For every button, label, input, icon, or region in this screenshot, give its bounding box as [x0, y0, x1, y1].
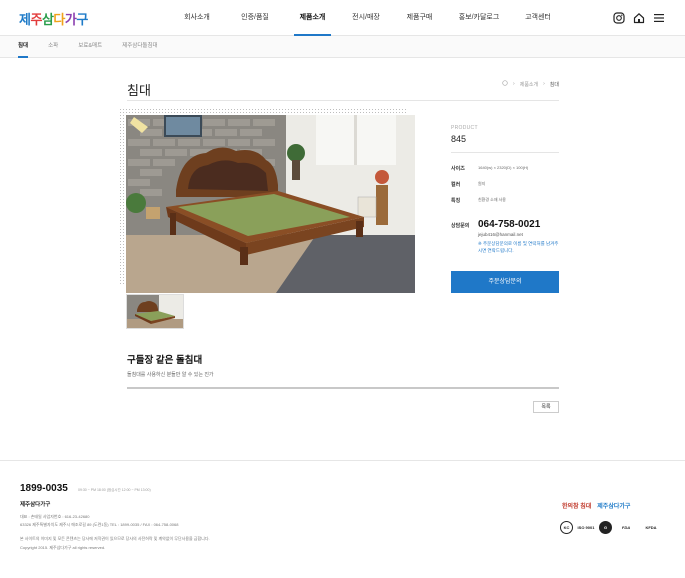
chevron-right-icon: ›: [513, 81, 515, 87]
description-divider: [127, 387, 559, 389]
kc-cert-icon: KC: [560, 521, 573, 534]
spec-key: 특징: [451, 198, 461, 204]
description-text: 돌침대를 사용하신 분들만 알 수 있는 진가: [127, 372, 214, 378]
footer-address: 63326 제주특별자치도 제주시 애조로길 89 (도련1동) TEL : 1…: [20, 522, 179, 527]
site-header: 제주삼다가구 회사소개 인증/품질 제품소개 전시/매장 제품구매 홍보/카달로…: [0, 0, 685, 36]
tab-bed[interactable]: 침대: [18, 36, 29, 58]
list-button[interactable]: 목록: [533, 401, 559, 413]
site-logo[interactable]: 제주삼다가구: [19, 9, 88, 28]
info-divider: [451, 152, 559, 153]
spec-row-feature: 특징 친환경 소재 사용: [451, 197, 559, 204]
consult-label: 상담문의: [451, 223, 470, 229]
nav-promotion[interactable]: 홍보/카달로그: [448, 0, 510, 36]
nav-company[interactable]: 회사소개: [168, 0, 226, 36]
footer-hours: 09:30 ~ PM 18:00 (점심시간 12:00 ~ PM 13:00): [78, 488, 151, 492]
nav-showroom[interactable]: 전시/매장: [341, 0, 391, 36]
breadcrumb-current: 침대: [549, 81, 559, 88]
spec-value: 원지: [478, 181, 486, 186]
nav-customer-center[interactable]: 고객센터: [510, 0, 566, 36]
spec-row-color: 컬러 원지: [451, 181, 559, 188]
tab-stone-bed[interactable]: 제주삼다돌침대: [122, 36, 157, 58]
consult-phone: 064-758-0021: [478, 219, 541, 230]
page-title: 침대: [127, 83, 151, 98]
nav-purchase[interactable]: 제품구매: [391, 0, 448, 36]
home-icon[interactable]: [502, 80, 508, 88]
product-info-panel: PRODUCT 845 사이즈 1640(w) × 2320(D) × 100(…: [451, 125, 559, 254]
chevron-right-icon: ›: [543, 81, 545, 87]
sub-nav: 침대 소파 보료&매트 제주삼다돌침대: [0, 36, 685, 58]
product-code: 845: [451, 134, 467, 144]
breadcrumb-products[interactable]: 제품소개: [520, 81, 538, 88]
spec-value: 친환경 소재 사용: [478, 197, 506, 202]
consult-note: ※ 주문상담문의로 이름 및 연락처를 남겨주시면 연락드립니다.: [478, 241, 559, 253]
tab-sofa[interactable]: 소파: [48, 36, 58, 58]
product-thumbnail[interactable]: [126, 294, 184, 329]
product-main-image: [126, 115, 415, 293]
home-icon[interactable]: [633, 11, 645, 24]
spec-row-size: 사이즈 1640(w) × 2320(D) × 100(H): [451, 165, 559, 172]
nav-products[interactable]: 제품소개: [294, 0, 331, 36]
product-label: PRODUCT: [451, 125, 478, 131]
site-footer: 1899-0035 09:30 ~ PM 18:00 (점심시간 12:00 ~…: [0, 460, 685, 578]
inquiry-button[interactable]: 주문상담문의: [451, 271, 559, 293]
footer-brand-logos: 한의참 침대 제주삼다가구: [562, 501, 630, 510]
consult-row: 상담문의 064-758-0021: [451, 219, 559, 230]
footer-phone: 1899-0035: [20, 483, 68, 494]
spec-key: 사이즈: [451, 166, 465, 172]
tab-mat[interactable]: 보료&매트: [78, 36, 102, 58]
iso-cert-icon: ISO 9001: [577, 525, 595, 530]
kfda-cert-icon: KFDA: [645, 525, 657, 530]
spec-value: 1640(w) × 2320(D) × 100(H): [478, 165, 529, 170]
footer-copyright-notice: 본 사이트의 이미지 및 모든 콘텐츠는 당사에 저작권이 있으므로 당사의 사…: [20, 536, 210, 541]
main-nav: 회사소개 인증/품질 제품소개 전시/매장 제품구매 홍보/카달로그 고객센터: [168, 0, 566, 36]
description-title: 구들장 같은 돌침대: [127, 355, 203, 366]
footer-company: 제주삼다가구: [20, 502, 51, 508]
g-cert-icon: G: [599, 521, 612, 534]
spec-key: 컬러: [451, 182, 461, 188]
fda-cert-icon: FDA: [621, 525, 631, 530]
title-divider: [127, 100, 559, 101]
footer-cert-logos: KC ISO 9001 G FDA KFDA: [560, 521, 662, 534]
footer-copyright: Copyright 2015. 제주삼다가구 all rights reserv…: [20, 545, 106, 550]
footer-business-info: 대표 : 손태일 사업자번호 : 616-23-42680: [20, 514, 90, 519]
brand-logo-samda[interactable]: 제주삼다가구: [597, 501, 630, 510]
breadcrumb: › 제품소개 › 침대: [502, 80, 559, 88]
consult-email: jejub416@hanmail.net: [478, 232, 523, 237]
menu-icon[interactable]: [653, 11, 665, 23]
nav-certification[interactable]: 인증/품질: [226, 0, 284, 36]
brand-logo-hanuicham[interactable]: 한의참 침대: [562, 501, 591, 510]
instagram-icon[interactable]: [613, 11, 625, 24]
